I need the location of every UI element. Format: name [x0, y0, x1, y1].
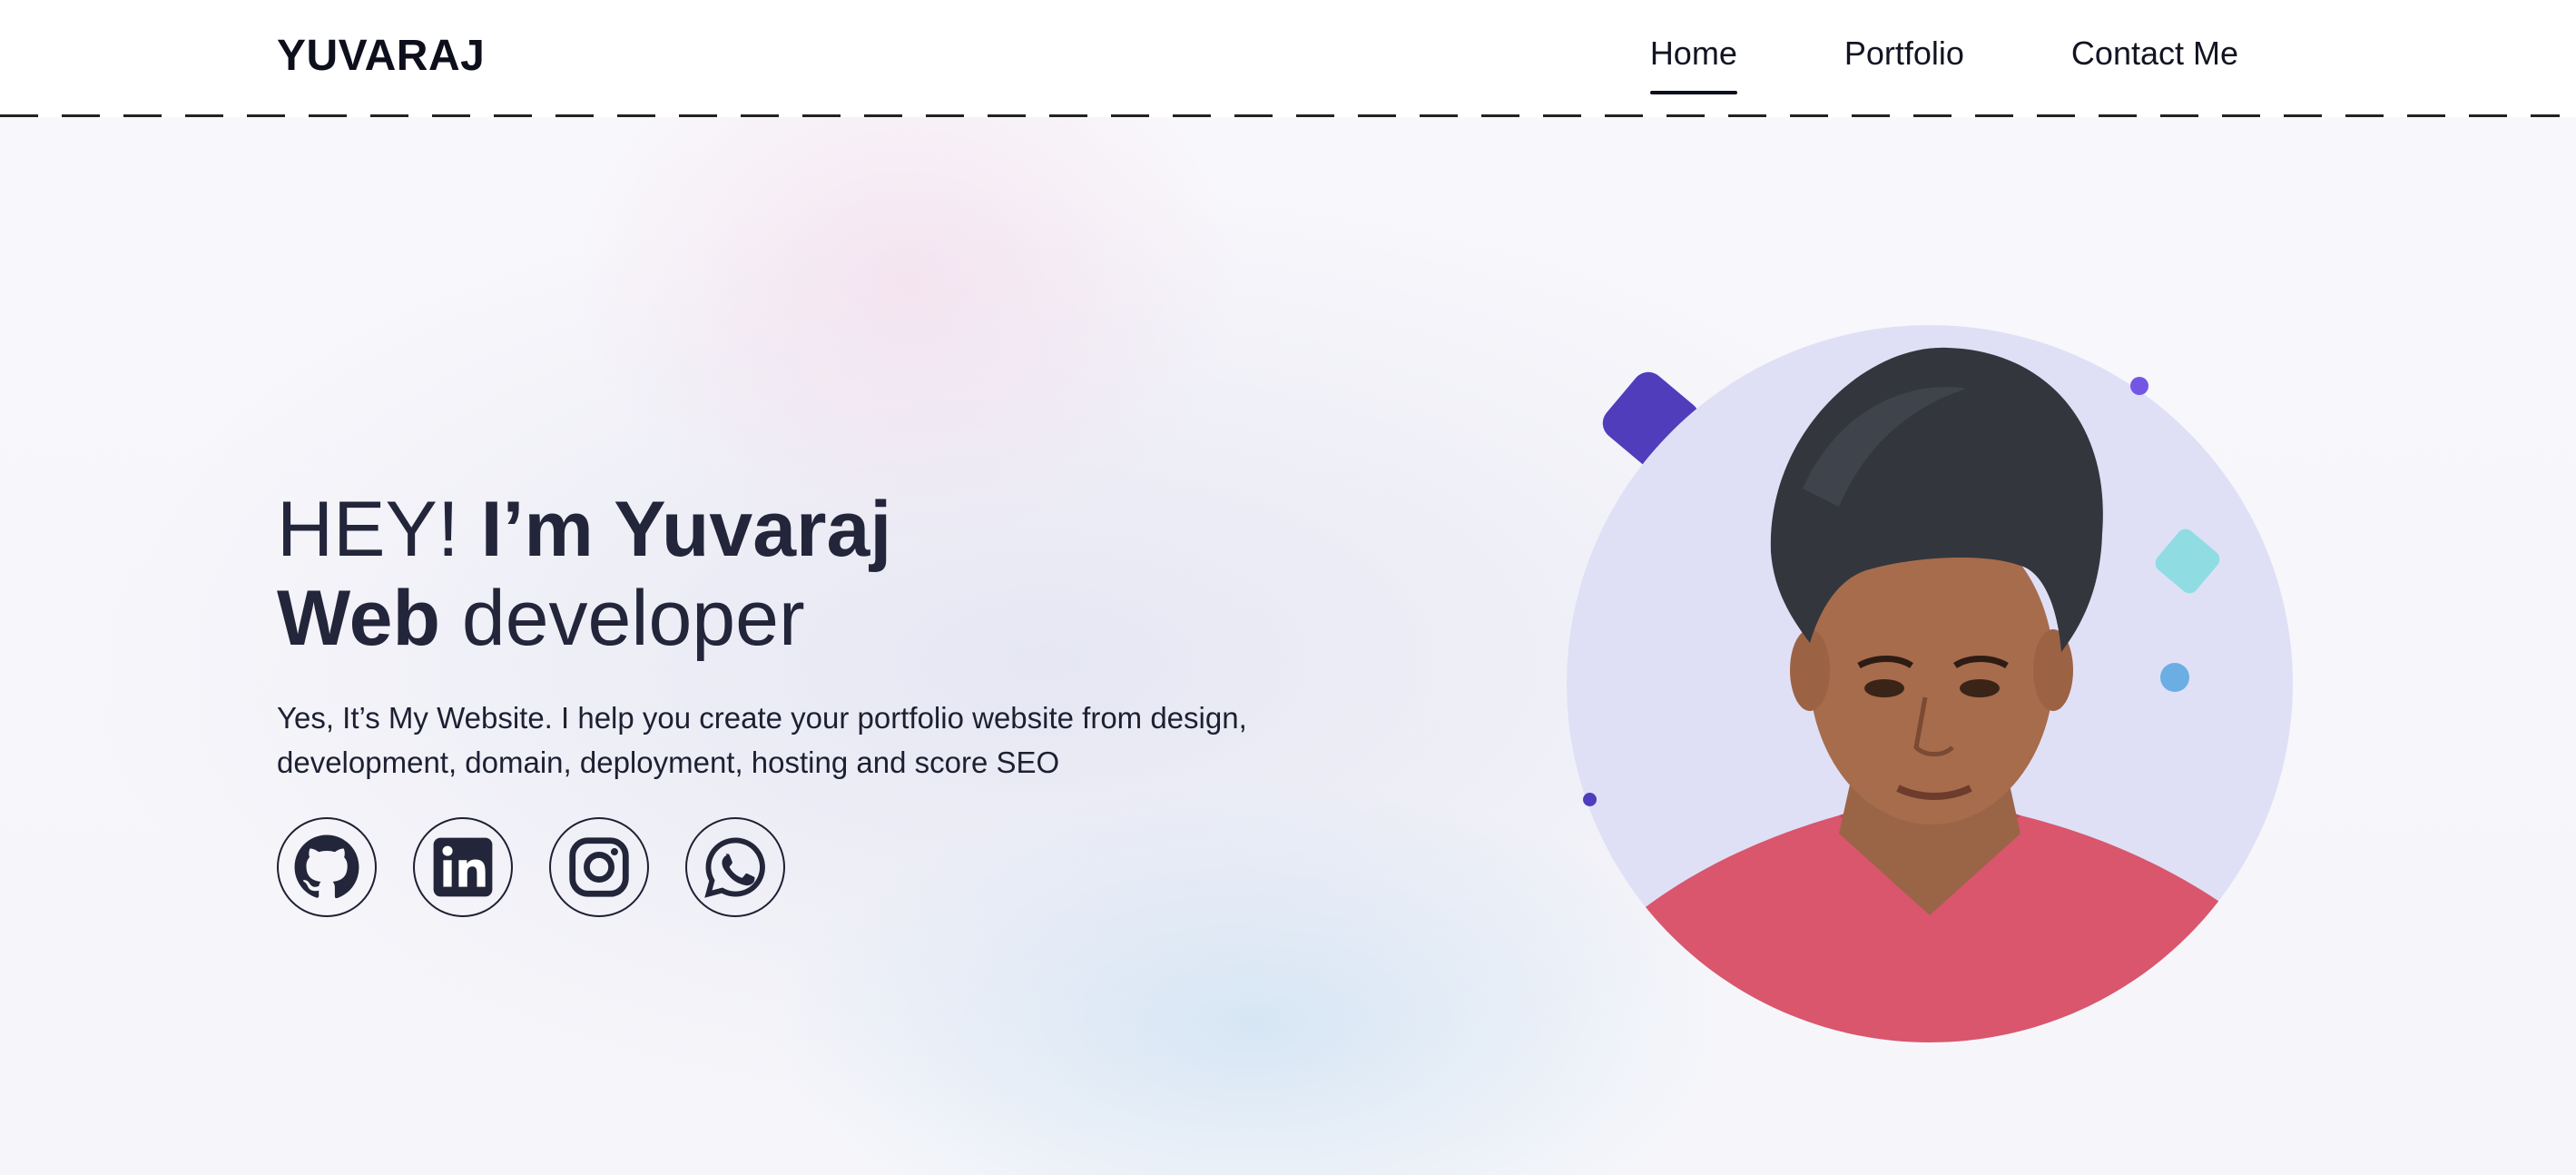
header-divider [0, 114, 2560, 117]
instagram-icon [569, 837, 629, 897]
decor-purple-dot [2130, 377, 2148, 395]
github-link[interactable] [277, 817, 377, 917]
site-header: YUVARAJ Home Portfolio Contact Me [0, 0, 2576, 116]
decor-blue-dot [2160, 663, 2189, 692]
greeting-text: HEY! [277, 486, 481, 573]
role-text: developer [439, 575, 805, 662]
whatsapp-icon [704, 837, 765, 898]
whatsapp-link[interactable] [685, 817, 785, 917]
nav-portfolio[interactable]: Portfolio [1844, 35, 1964, 94]
hero-intro: HEY! I’m Yuvaraj Web developer Yes, It’s… [277, 485, 1366, 917]
role-bold: Web [277, 575, 440, 662]
page: YUVARAJ Home Portfolio Contact Me HEY! I… [0, 0, 2576, 1175]
github-icon [294, 834, 359, 899]
social-links [277, 817, 1366, 917]
linkedin-icon [433, 837, 493, 897]
nav-contact-me[interactable]: Contact Me [2071, 35, 2238, 94]
instagram-link[interactable] [549, 817, 649, 917]
greeting-name: I’m Yuvaraj [480, 486, 892, 573]
main-nav: Home Portfolio Contact Me [1649, 0, 2238, 116]
nav-home[interactable]: Home [1649, 35, 1737, 94]
description-line-1: Yes, It’s My Website. I help you create … [277, 701, 1247, 735]
site-logo[interactable]: YUVARAJ [277, 31, 485, 81]
decor-small-dot [1583, 793, 1597, 806]
hero-description: Yes, It’s My Website. I help you create … [277, 696, 1293, 785]
linkedin-link[interactable] [413, 817, 513, 917]
description-line-2: development, domain, deployment, hosting… [277, 745, 1060, 779]
hero-headline: HEY! I’m Yuvaraj Web developer [277, 485, 1366, 663]
